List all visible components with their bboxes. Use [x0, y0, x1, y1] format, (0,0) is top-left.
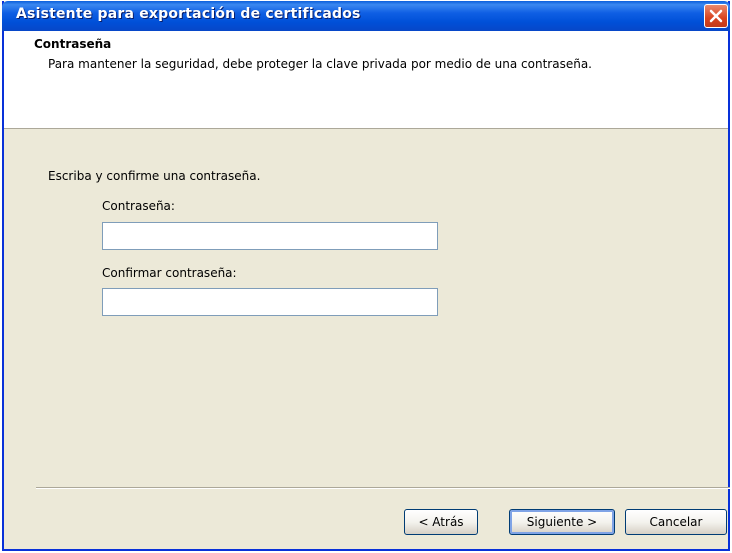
page-title: Contraseña: [34, 37, 112, 51]
back-button[interactable]: < Atrás: [404, 509, 478, 535]
window-title: Asistente para exportación de certificad…: [16, 6, 361, 22]
cancel-button[interactable]: Cancelar: [625, 509, 727, 535]
instructions-text: Escriba y confirme una contraseña.: [48, 169, 261, 183]
password-field[interactable]: [102, 222, 438, 250]
wizard-header: [4, 31, 728, 129]
next-button[interactable]: Siguiente >: [509, 509, 615, 535]
title-bar[interactable]: Asistente para exportación de certificad…: [2, 1, 730, 31]
confirm-password-label: Confirmar contraseña:: [102, 266, 237, 280]
close-icon: [709, 9, 723, 23]
close-button[interactable]: [704, 4, 728, 28]
page-description: Para mantener la seguridad, debe protege…: [48, 57, 592, 71]
export-wizard-dialog: Asistente para exportación de certificad…: [2, 1, 730, 551]
password-label: Contraseña:: [102, 199, 175, 213]
confirm-password-field[interactable]: [102, 288, 438, 316]
button-separator: [36, 487, 730, 489]
